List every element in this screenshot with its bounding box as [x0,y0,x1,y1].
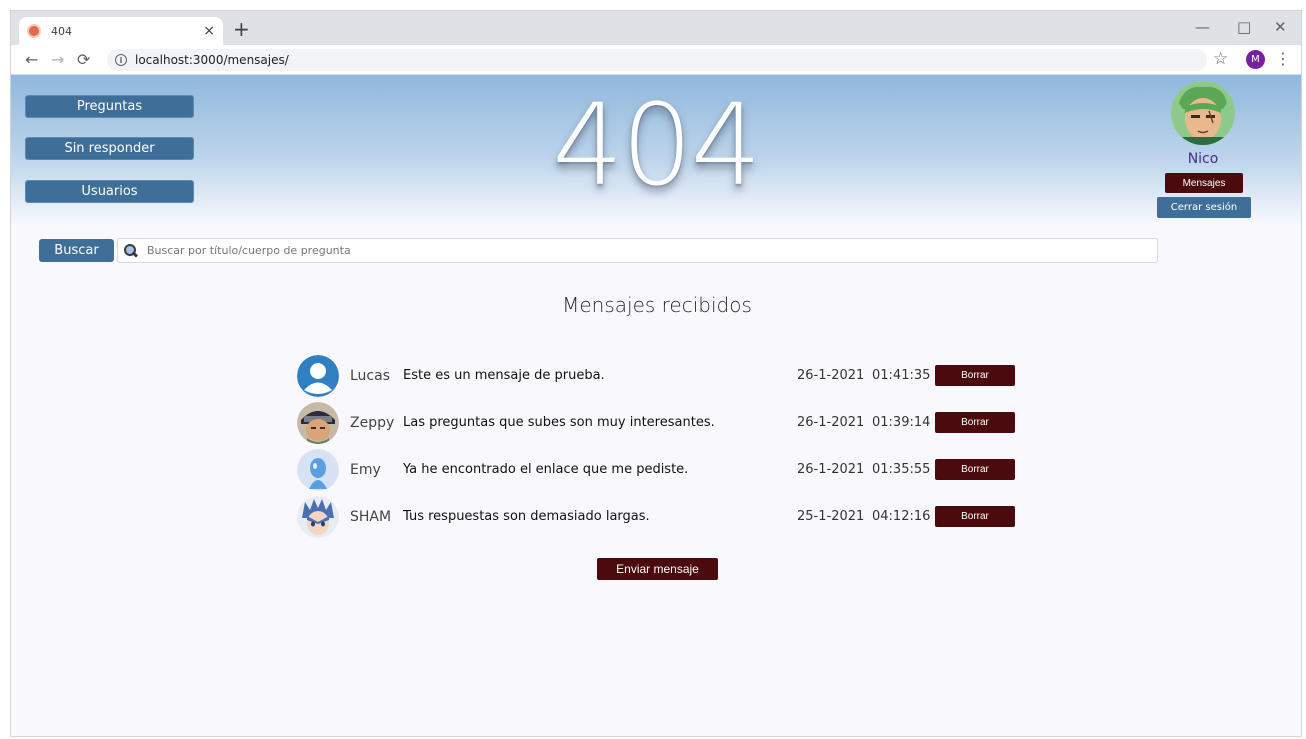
delete-message-button[interactable]: Borrar [935,506,1015,527]
message-row: Lucas Este es un mensaje de prueba. 26-1… [297,355,1017,399]
info-icon[interactable]: i [115,54,127,66]
anime-ninja-avatar-icon [297,402,339,444]
message-row: SHAM Tus respuestas son demasiado largas… [297,496,1017,540]
mensajes-button[interactable]: Mensajes [1165,173,1243,193]
sender-avatar[interactable] [297,402,339,444]
search-input[interactable] [147,244,1147,257]
message-sender[interactable]: Emy [350,462,381,478]
page-title: Mensajes recibidos [562,293,752,317]
forward-arrow-icon[interactable]: → [51,50,64,70]
sender-avatar[interactable] [297,496,339,538]
new-tab-icon[interactable]: + [233,19,250,39]
anime-blue-hair-avatar-icon [297,496,339,538]
message-time: 04:12:16 [872,509,931,524]
sender-avatar[interactable] [297,355,339,397]
message-text: Las preguntas que subes son muy interesa… [403,415,715,430]
reload-icon[interactable]: ⟳ [77,50,90,70]
bottom-divider [11,736,1302,737]
browser-toolbar: ← → ⟳ i localhost:3000/mensajes/ ☆ M ⋮ [11,45,1301,75]
message-time: 01:41:35 [872,368,931,383]
message-text: Tus respuestas son demasiado largas. [403,509,650,524]
user-avatar[interactable] [1171,81,1235,145]
url-text[interactable]: localhost:3000/mensajes/ [135,53,289,67]
message-row: Emy Ya he encontrado el enlace que me pe… [297,449,1017,493]
message-date: 26-1-2021 [797,368,865,383]
menu-kebab-icon[interactable]: ⋮ [1275,49,1291,69]
maximize-icon[interactable]: □ [1237,17,1251,37]
message-sender[interactable]: Zeppy [350,415,394,431]
nav-usuarios-button[interactable]: Usuarios [25,180,194,203]
logout-button[interactable]: Cerrar sesión [1157,197,1251,218]
nav-preguntas-button[interactable]: Preguntas [25,95,194,118]
close-window-icon[interactable]: ✕ [1274,17,1287,37]
delete-message-button[interactable]: Borrar [935,412,1015,433]
delete-message-button[interactable]: Borrar [935,459,1015,480]
nav-sin-responder-button[interactable]: Sin responder [25,137,194,160]
bookmark-star-icon[interactable]: ☆ [1213,49,1228,69]
back-arrow-icon[interactable]: ← [25,50,38,70]
minimize-icon[interactable]: — [1195,17,1210,37]
user-name[interactable]: Nico [1151,151,1255,167]
site-logo[interactable]: 404 [511,81,801,211]
profile-avatar[interactable]: M [1246,50,1265,69]
message-date: 26-1-2021 [797,462,865,477]
browser-window: 404 × + — □ ✕ ← → ⟳ i localhost:3000/men… [10,10,1302,737]
browser-tab[interactable]: 404 × [19,17,223,45]
sender-avatar[interactable] [297,449,339,491]
message-time: 01:39:14 [872,415,931,430]
tab-close-icon[interactable]: × [203,24,215,38]
search-button[interactable]: Buscar [39,239,114,262]
message-sender[interactable]: SHAM [350,509,391,525]
message-date: 25-1-2021 [797,509,865,524]
blue-figure-avatar-icon [297,449,339,491]
message-date: 26-1-2021 [797,415,865,430]
message-text: Este es un mensaje de prueba. [403,368,605,383]
message-sender[interactable]: Lucas [350,368,390,384]
tab-strip: 404 × + — □ ✕ [11,11,1301,45]
favicon-icon [27,24,41,38]
anime-swordsman-avatar-icon [1171,81,1235,145]
search-icon [124,243,138,258]
address-bar[interactable]: i localhost:3000/mensajes/ [107,49,1207,71]
message-time: 01:35:55 [872,462,931,477]
message-row: Zeppy Las preguntas que subes son muy in… [297,402,1017,446]
send-message-button[interactable]: Enviar mensaje [597,558,718,580]
page-content: Preguntas Sin responder Usuarios 404 Nic… [11,75,1302,737]
search-box[interactable] [117,238,1158,263]
tab-title: 404 [51,24,72,38]
message-text: Ya he encontrado el enlace que me pedist… [403,462,689,477]
default-user-icon [297,355,339,397]
delete-message-button[interactable]: Borrar [935,365,1015,386]
